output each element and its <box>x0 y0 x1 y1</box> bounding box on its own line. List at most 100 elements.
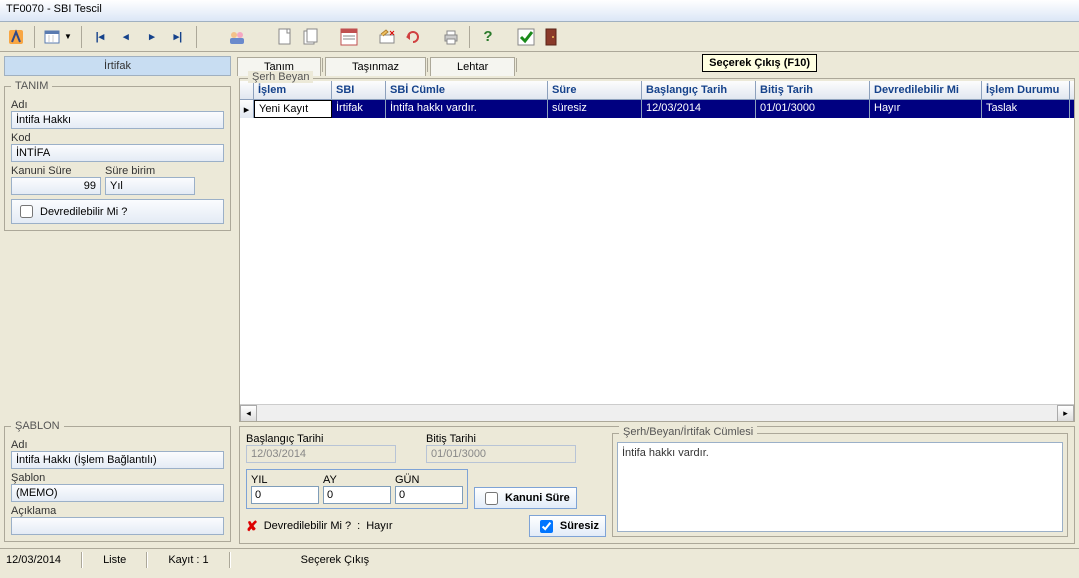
bit-tarih-field: 01/01/3000 <box>426 445 576 463</box>
window-title: TF0070 - SBI Tescil <box>6 3 102 15</box>
grid-body[interactable]: ▸ Yeni Kayıt İrtifak İntifa hakkı vardır… <box>240 100 1074 404</box>
col-bit[interactable]: Bitiş Tarih <box>756 81 870 99</box>
kod-label: Kod <box>11 132 224 144</box>
separator <box>427 58 428 72</box>
cumle-textarea[interactable]: İntifa hakkı vardır. <box>617 442 1063 532</box>
detail-right: Şerh/Beyan/İrtifak Cümlesi İntifa hakkı … <box>612 433 1068 537</box>
titlebar: TF0070 - SBI Tescil <box>0 0 1079 22</box>
tanim-legend: TANIM <box>11 80 52 92</box>
bas-tarih-field: 12/03/2014 <box>246 445 396 463</box>
bit-tarih-label: Bitiş Tarihi <box>426 433 576 445</box>
status-date: 12/03/2014 <box>6 554 61 566</box>
yil-label: YIL <box>251 474 319 486</box>
separator <box>146 552 148 568</box>
adi-field[interactable]: İntifa Hakkı <box>11 111 224 129</box>
doc-copy-icon[interactable] <box>299 25 323 49</box>
calendar-dropdown[interactable]: ▼ <box>41 27 75 47</box>
separator <box>196 26 197 48</box>
col-bas[interactable]: Başlangıç Tarih <box>642 81 756 99</box>
sablon-legend: ŞABLON <box>11 420 64 432</box>
kanuni-label: Kanuni Süre <box>11 165 101 177</box>
cell-dev: Hayır <box>870 100 982 118</box>
ay-label: AY <box>323 474 391 486</box>
bas-tarih-label: Başlangıç Tarihi <box>246 433 396 445</box>
col-islem[interactable]: İşlem <box>254 81 332 99</box>
separator <box>469 26 470 48</box>
dev-value: Hayır <box>366 520 392 532</box>
kanuni-sure-button[interactable]: Kanuni Süre <box>474 487 577 509</box>
sablon-fieldset: ŞABLON Adı İntifa Hakkı (İşlem Bağlantıl… <box>4 420 231 542</box>
suresiz-button[interactable]: Süresiz <box>529 515 606 537</box>
clear-icon[interactable] <box>375 25 399 49</box>
separator <box>229 552 231 568</box>
sablon-field[interactable]: (MEMO) <box>11 484 224 502</box>
cell-islem[interactable]: Yeni Kayıt <box>254 100 332 118</box>
panel-header: İrtifak <box>4 56 231 76</box>
sablon-label: Şablon <box>11 472 224 484</box>
status-liste: Liste <box>103 554 126 566</box>
cell-bit: 01/01/3000 <box>756 100 870 118</box>
kanuni-field[interactable]: 99 <box>11 177 101 195</box>
col-dev[interactable]: Devredilebilir Mi <box>870 81 982 99</box>
form-icon[interactable] <box>337 25 361 49</box>
devredilebilir-checkbox[interactable]: Devredilebilir Mi ? <box>11 199 224 224</box>
grid-header: İşlem SBI SBİ Cümle Süre Başlangıç Tarih… <box>240 81 1074 100</box>
col-sbi[interactable]: SBI <box>332 81 386 99</box>
tab-tasinmaz[interactable]: Taşınmaz <box>325 57 426 76</box>
cell-cumle: İntifa hakkı vardır. <box>386 100 548 118</box>
separator <box>81 26 82 48</box>
ymd-box: YIL AY GÜN <box>246 469 468 509</box>
adi-label: Adı <box>11 99 224 111</box>
separator <box>322 58 323 72</box>
help-icon[interactable]: ? <box>476 25 500 49</box>
doc-new-icon[interactable] <box>273 25 297 49</box>
confirm-icon[interactable] <box>514 25 538 49</box>
row-indicator-header <box>240 81 254 99</box>
refresh-icon[interactable] <box>401 25 425 49</box>
kod-field[interactable]: İNTİFA <box>11 144 224 162</box>
scroll-left-icon[interactable]: ◂ <box>240 405 257 421</box>
right-panel: Tanım Taşınmaz Lehtar Seçerek Çıkış (F10… <box>235 52 1079 548</box>
devredilebilir-check-input[interactable] <box>20 205 33 218</box>
ay-input[interactable] <box>323 486 391 504</box>
nav-first-icon[interactable]: |◂ <box>88 25 112 49</box>
nav-next-icon[interactable]: ▸ <box>140 25 164 49</box>
nav-prev-icon[interactable]: ◂ <box>114 25 138 49</box>
yil-input[interactable] <box>251 486 319 504</box>
status-hint: Seçerek Çıkış <box>301 554 369 566</box>
print-icon[interactable] <box>439 25 463 49</box>
detail-left: Başlangıç Tarihi 12/03/2014 Bitiş Tarihi… <box>246 433 606 537</box>
kanuni-sure-check[interactable] <box>485 492 498 505</box>
users-icon[interactable] <box>225 25 249 49</box>
sure-birim-field[interactable]: Yıl <box>105 177 195 195</box>
tab-lehtar[interactable]: Lehtar <box>430 57 515 76</box>
dev-label: Devredilebilir Mi ? <box>264 520 351 532</box>
horizontal-scrollbar[interactable]: ◂ ▸ <box>240 404 1074 421</box>
col-cumle[interactable]: SBİ Cümle <box>386 81 548 99</box>
table-row[interactable]: ▸ Yeni Kayıt İrtifak İntifa hakkı vardır… <box>240 100 1074 118</box>
row-indicator-icon: ▸ <box>240 100 254 118</box>
gun-input[interactable] <box>395 486 463 504</box>
tanim-fieldset: TANIM Adı İntifa Hakkı Kod İNTİFA Kanuni… <box>4 80 231 231</box>
sure-birim-label: Süre birim <box>105 165 195 177</box>
separator <box>81 552 83 568</box>
exit-icon[interactable] <box>540 25 564 49</box>
left-panel: İrtifak TANIM Adı İntifa Hakkı Kod İNTİF… <box>0 52 235 548</box>
scroll-right-icon[interactable]: ▸ <box>1057 405 1074 421</box>
toolbar: ▼ |◂ ◂ ▸ ▸| ? <box>0 22 1079 52</box>
status-kayit: Kayıt : 1 <box>168 554 208 566</box>
col-sure[interactable]: Süre <box>548 81 642 99</box>
tabs: Tanım Taşınmaz Lehtar Seçerek Çıkış (F10… <box>237 54 1077 76</box>
cumle-label: Şerh/Beyan/İrtifak Cümlesi <box>619 426 757 438</box>
tooltip: Seçerek Çıkış (F10) <box>702 54 817 72</box>
s-adi-field[interactable]: İntifa Hakkı (İşlem Bağlantılı) <box>11 451 224 469</box>
dev-sep: : <box>357 520 360 532</box>
nav-last-icon[interactable]: ▸| <box>166 25 190 49</box>
separator <box>34 26 35 48</box>
grid-box: Şerh Beyan İşlem SBI SBİ Cümle Süre Başl… <box>239 78 1075 422</box>
aciklama-field[interactable] <box>11 517 224 535</box>
suresiz-check[interactable] <box>540 520 553 533</box>
devredilebilir-row: ✘ Devredilebilir Mi ? : Hayır <box>246 518 393 535</box>
col-dur[interactable]: İşlem Durumu <box>982 81 1070 99</box>
app-icon[interactable] <box>4 25 28 49</box>
